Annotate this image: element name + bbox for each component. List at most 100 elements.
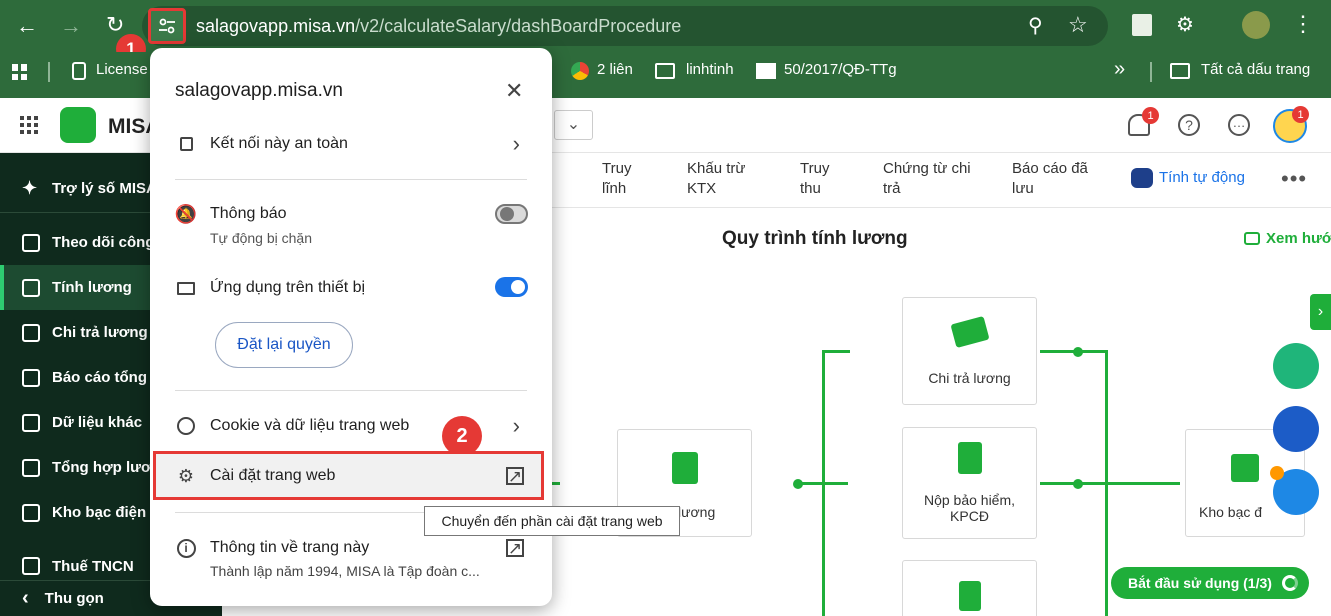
back-icon[interactable]: ← xyxy=(16,14,38,38)
forward-icon[interactable]: → xyxy=(60,14,82,38)
flow-dot xyxy=(793,479,803,489)
card-insurance[interactable]: Nộp bảo hiểm, KPCĐ xyxy=(902,427,1037,539)
chevron-right-icon[interactable]: › xyxy=(1310,294,1331,330)
help-icon[interactable]: ? xyxy=(1178,114,1200,136)
cookies-row[interactable]: Cookie và dữ liệu trang web › xyxy=(150,410,552,442)
avatar-count: 1 xyxy=(1292,106,1309,123)
star-icon[interactable]: ☆ xyxy=(1068,13,1088,37)
secure-connection-row[interactable]: Kết nối này an toàn › xyxy=(150,126,552,162)
notifications-subtext: Tự động bị chặn xyxy=(210,230,312,246)
tab-chung-tu[interactable]: Chứng từ chi trả xyxy=(883,159,971,199)
device-apps-row: Ứng dụng trên thiết bị xyxy=(150,274,552,302)
sheet-icon xyxy=(671,452,698,484)
apps-grid-icon[interactable] xyxy=(12,64,28,80)
misa-logo-icon xyxy=(60,107,96,143)
puzzle-icon[interactable]: ⚙ xyxy=(1176,13,1194,37)
app-launcher-icon[interactable] xyxy=(20,116,38,134)
divider xyxy=(175,390,527,391)
bank-icon xyxy=(22,503,40,522)
flow-dot xyxy=(1073,347,1083,357)
card-tax[interactable] xyxy=(902,560,1037,616)
assistant-bot-icon[interactable] xyxy=(1273,406,1319,452)
sparkle-icon: ✦ xyxy=(22,177,38,198)
report-icon xyxy=(22,368,40,387)
tab-khau-tru[interactable]: Khấu trừ KTX xyxy=(687,159,745,199)
auto-calc-button[interactable]: Tính tự động xyxy=(1159,169,1245,186)
lock-icon xyxy=(175,133,197,155)
money-icon xyxy=(22,278,40,297)
chevron-right-icon: › xyxy=(512,413,520,438)
step-2-badge: 2 xyxy=(442,416,482,456)
tab-bao-cao[interactable]: Báo cáo đã lưu xyxy=(1012,159,1088,199)
flow-connector xyxy=(822,350,850,353)
card-label: lương xyxy=(678,504,716,520)
bookmark-decision[interactable]: 50/2017/QĐ-TTg xyxy=(784,61,897,78)
extension-icon[interactable] xyxy=(1132,14,1152,36)
flow-dot xyxy=(1073,479,1083,489)
chevron-right-icon: › xyxy=(512,131,520,156)
progress-ring-icon xyxy=(1281,575,1298,591)
site-info-icon[interactable] xyxy=(148,8,186,44)
calendar-icon xyxy=(22,233,40,252)
reload-icon[interactable]: ↻ xyxy=(106,13,124,37)
list-icon xyxy=(22,413,40,432)
divider xyxy=(175,179,527,180)
external-link-icon: ↗ xyxy=(506,538,524,558)
video-icon xyxy=(1244,232,1260,245)
folder-icon xyxy=(655,63,675,79)
notifications-toggle[interactable] xyxy=(495,204,528,224)
chat-bot-icon[interactable] xyxy=(1273,343,1319,389)
external-link-icon: ↗ xyxy=(506,466,524,486)
start-using-button[interactable]: Bắt đầu sử dụng (1/3) xyxy=(1111,567,1309,599)
info-icon: i xyxy=(175,537,197,559)
flow-connector xyxy=(822,350,825,616)
chevron-down-icon[interactable]: ⌄ xyxy=(554,110,593,140)
card-label: Chi trả lương xyxy=(928,370,1011,386)
flow-connector xyxy=(1105,350,1108,616)
chrome-icon xyxy=(571,62,589,80)
flow-connector xyxy=(1040,482,1180,485)
monitor-icon xyxy=(175,277,197,299)
more-tabs-icon[interactable]: ••• xyxy=(1281,166,1307,192)
bank-icon xyxy=(1231,454,1259,482)
notifications-row: 🔕 Thông báo xyxy=(174,203,287,224)
close-icon[interactable]: ✕ xyxy=(505,78,523,104)
bookmark-divider xyxy=(1150,62,1152,82)
cash-icon xyxy=(949,316,990,348)
tooltip: Chuyển đến phần cài đặt trang web xyxy=(424,506,680,536)
about-page-row[interactable]: i Thông tin về trang này ↗ xyxy=(150,534,552,562)
chevron-more-icon[interactable]: » xyxy=(1114,58,1125,81)
site-settings-row[interactable]: ⚙ Cài đặt trang web ↗ xyxy=(150,459,552,493)
chevron-left-icon: ‹ xyxy=(22,587,29,609)
tab-truy-thu[interactable]: Truy thu xyxy=(800,159,829,199)
card-label: Kho bạc đ xyxy=(1199,504,1263,520)
about-subtext: Thành lập năm 1994, MISA là Tập đoàn c..… xyxy=(210,563,480,579)
document-icon xyxy=(958,581,981,611)
card-label: KPCĐ xyxy=(950,508,989,524)
misa-favicon xyxy=(756,63,776,79)
bookmark-divider xyxy=(48,62,50,82)
video-guide-link[interactable]: Xem hướ xyxy=(1266,230,1331,247)
menu-dots-icon[interactable]: ⋮ xyxy=(1292,12,1314,36)
zoom-icon[interactable]: ⚲ xyxy=(1028,14,1043,38)
lock-icon xyxy=(72,62,86,80)
more-icon[interactable]: … xyxy=(1228,114,1250,136)
card-pay-salary[interactable]: Chi trả lương xyxy=(902,297,1037,405)
bookmark-license[interactable]: License xyxy=(96,61,148,78)
popup-title: salagovapp.misa.vn xyxy=(175,80,343,101)
device-apps-toggle[interactable] xyxy=(495,277,528,297)
status-dot xyxy=(1270,466,1284,480)
notification-count: 1 xyxy=(1142,107,1159,124)
url-text: salagovapp.misa.vn/v2/calculateSalary/da… xyxy=(196,16,682,36)
bookmark-2lien[interactable]: 2 liên xyxy=(597,61,633,78)
tab-truy-linh[interactable]: Truy lĩnh xyxy=(602,159,631,199)
gear-icon: ⚙ xyxy=(177,465,195,486)
folder-icon xyxy=(1170,63,1190,79)
receipt-icon xyxy=(957,442,982,474)
profile-avatar[interactable] xyxy=(1242,11,1270,39)
document-icon xyxy=(22,458,40,477)
card-label: Nộp bảo hiểm, xyxy=(923,492,1016,508)
bookmark-linhtinh[interactable]: linhtinh xyxy=(686,61,734,78)
bookmark-all[interactable]: Tất cả dấu trang xyxy=(1201,61,1310,78)
reset-permissions-button[interactable]: Đặt lại quyền xyxy=(215,322,353,368)
